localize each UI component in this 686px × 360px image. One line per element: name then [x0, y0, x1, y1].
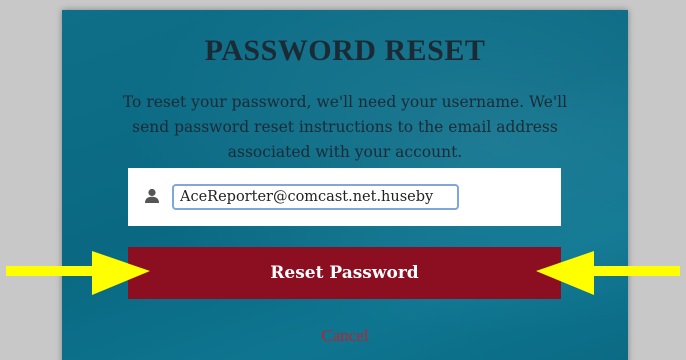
username-field-container: [128, 168, 561, 226]
instructions-text: To reset your password, we'll need your …: [122, 93, 568, 161]
arrow-left-icon: [536, 251, 680, 295]
cancel-link[interactable]: Cancel: [62, 326, 628, 346]
username-input[interactable]: [172, 184, 459, 210]
password-reset-panel: PASSWORD RESET To reset your password, w…: [62, 10, 628, 360]
reset-password-button[interactable]: Reset Password: [128, 247, 561, 299]
arrow-right-icon: [6, 251, 150, 295]
user-icon: [145, 188, 159, 203]
page-title: PASSWORD RESET: [204, 34, 486, 67]
